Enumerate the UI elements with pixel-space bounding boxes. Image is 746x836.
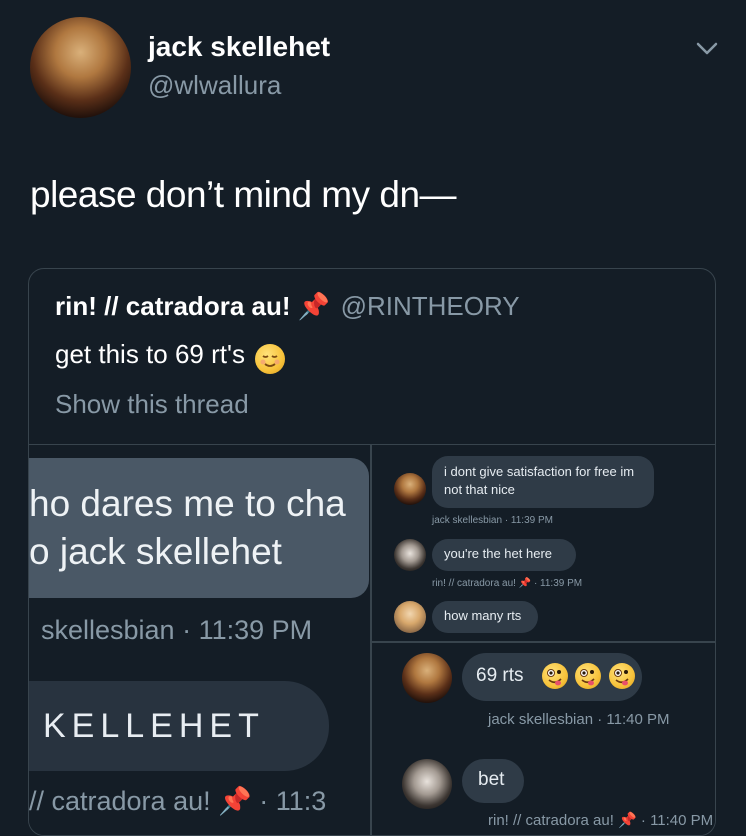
author-avatar[interactable] xyxy=(30,17,131,118)
message-text: how many rts xyxy=(444,608,522,623)
message-meta: skellesbian · 11:39 PM xyxy=(41,615,313,645)
show-thread-link[interactable]: Show this thread xyxy=(55,389,249,420)
quoted-text-row: get this to 69 rt's xyxy=(55,339,286,374)
quoted-header: rin! // catradora au! 📌 @RINTHEORY xyxy=(55,291,520,322)
author-name[interactable]: jack skellehet xyxy=(148,31,330,63)
author-handle[interactable]: @wlwallura xyxy=(148,70,281,101)
zany-face-emoji xyxy=(575,663,602,689)
message-meta: jack skellesbian · 11:40 PM xyxy=(488,711,670,728)
zany-face-emoji xyxy=(542,663,568,689)
sender-avatar xyxy=(394,601,426,633)
message-meta: rin! // catradora au! 📌 · 11:39 PM xyxy=(432,578,583,589)
message-meta: rin! // catradora au! 📌 · 11:40 PM xyxy=(488,812,714,829)
screenshot-image-bottom-right[interactable]: 69 rts jack skellesbian · 11:40 PM bet r… xyxy=(372,643,715,835)
message-text: bet xyxy=(478,769,505,790)
quoted-tweet-card[interactable]: rin! // catradora au! 📌 @RINTHEORY get t… xyxy=(28,268,716,836)
bubble-text: KELLEHET xyxy=(43,707,265,745)
quoted-text: get this to 69 rt's xyxy=(55,339,245,369)
message-bubble xyxy=(29,458,369,598)
sender-avatar xyxy=(402,759,452,809)
message-text: i dont give satisfaction for free im not… xyxy=(444,464,635,497)
sender-avatar xyxy=(394,473,426,505)
screenshot-image-top-right[interactable]: i dont give satisfaction for free im not… xyxy=(372,445,715,641)
tweet-text: please don’t mind my dn— xyxy=(30,174,457,215)
sender-avatar xyxy=(394,539,426,571)
relieved-face-emoji xyxy=(255,343,286,374)
quoted-author-name[interactable]: rin! // catradora au! 📌 xyxy=(55,291,330,321)
screenshot-image-left[interactable]: ho dares me to cha o jack skellehet skel… xyxy=(29,445,369,835)
zany-face-emoji xyxy=(608,663,635,689)
message-line-1: ho dares me to cha xyxy=(29,483,346,524)
message-meta-2: // catradora au! 📌 · 11:3 xyxy=(29,786,327,816)
sender-avatar xyxy=(402,653,452,703)
message-meta: jack skellesbian · 11:39 PM xyxy=(432,515,553,526)
message-text: you're the het here xyxy=(444,546,552,561)
message-line-2: o jack skellehet xyxy=(29,531,282,572)
zany-face-emoji-group xyxy=(542,663,635,689)
message-text: 69 rts xyxy=(476,665,524,686)
chevron-down-icon[interactable] xyxy=(692,38,722,58)
quoted-author-handle[interactable]: @RINTHEORY xyxy=(341,291,520,321)
